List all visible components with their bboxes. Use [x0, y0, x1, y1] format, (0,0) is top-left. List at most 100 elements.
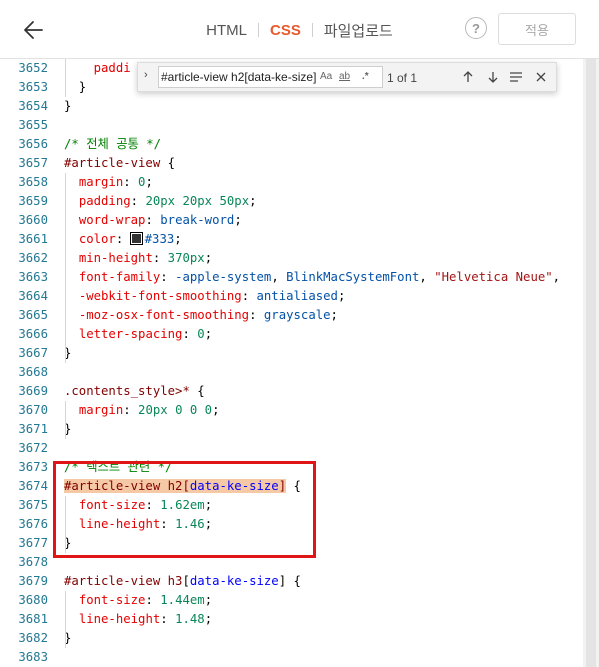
tab-file-upload[interactable]: 파일업로드 — [324, 20, 393, 41]
code-token: : — [249, 308, 264, 322]
code-token: font-size — [78, 498, 146, 512]
line-number: 3681 — [18, 612, 48, 626]
code-token: : — [130, 194, 146, 208]
line-number: 3679 — [18, 574, 48, 588]
code-line[interactable]: 3658 margin: 0; — [0, 173, 583, 192]
code-token: #article-view h2 — [64, 479, 183, 493]
code-line[interactable]: 3673 /* 텍스트 관련 */ — [0, 458, 583, 477]
code-token: paddi — [93, 61, 131, 75]
code-line[interactable]: 3671} — [0, 420, 583, 439]
code-line[interactable]: 3680 font-size: 1.44em; — [0, 591, 583, 610]
code-text: margin: 0; — [64, 173, 153, 192]
line-number: 3655 — [18, 118, 48, 132]
code-line[interactable]: 3677} — [0, 534, 583, 553]
code-line[interactable]: 3674 #article-view h2[data-ke-size] { — [0, 477, 583, 496]
code-editor[interactable]: 3652 paddi 3653 } 3654} 3655 3656/* 전체 공통 */… — [0, 59, 599, 667]
code-token: letter-spacing — [78, 327, 183, 341]
code-token: /* 텍스트 관련 */ — [64, 460, 173, 474]
code-line[interactable]: 3675 font-size: 1.62em; — [0, 496, 583, 515]
code-token: word-wrap — [78, 213, 146, 227]
tab-css[interactable]: CSS — [270, 22, 301, 39]
code-line[interactable]: 3660 word-wrap: break-word; — [0, 211, 583, 230]
code-token: -moz-osx-font-smoothing — [78, 308, 250, 322]
code-token: ; — [204, 498, 213, 512]
code-line[interactable]: 3681 line-height: 1.48; — [0, 610, 583, 629]
code-line[interactable]: 3655 — [0, 116, 583, 135]
code-line[interactable]: 3672 — [0, 439, 583, 458]
code-token: BlinkMacSystemFont — [286, 270, 420, 284]
line-number: 3676 — [18, 517, 48, 531]
whole-word-toggle[interactable]: ab — [339, 71, 350, 82]
line-number: 3668 — [18, 365, 48, 379]
code-line[interactable]: 3676 line-height: 1.46; — [0, 515, 583, 534]
line-number: 3652 — [18, 61, 48, 75]
lines-icon[interactable] — [508, 70, 524, 84]
tab-html[interactable]: HTML — [206, 22, 247, 39]
code-token: ; — [204, 327, 213, 341]
code-text: #article-view h3[data-ke-size] { — [64, 572, 301, 591]
apply-button[interactable]: 적용 — [498, 13, 576, 45]
line-number: 3665 — [18, 308, 48, 322]
code-line[interactable]: 3662 min-height: 370px; — [0, 249, 583, 268]
code-line[interactable]: 3663 font-family: -apple-system, BlinkMa… — [0, 268, 583, 287]
code-line[interactable]: 3657 #article-view { — [0, 154, 583, 173]
line-number: 3671 — [18, 422, 48, 436]
color-swatch[interactable] — [129, 232, 143, 245]
line-number: 3675 — [18, 498, 48, 512]
chevron-right-icon[interactable]: › — [144, 69, 148, 81]
code-line[interactable]: 3670 margin: 20px 0 0 0; — [0, 401, 583, 420]
code-token: 1.46 — [175, 517, 205, 531]
code-token: .contents_style>* — [64, 384, 190, 398]
tab-divider — [257, 23, 259, 37]
code-token: 1.48 — [175, 612, 205, 626]
match-case-toggle[interactable]: Aa — [320, 71, 332, 82]
code-line[interactable]: 3654} — [0, 97, 583, 116]
help-button[interactable]: ? — [465, 17, 487, 39]
code-line[interactable]: 3669 .contents_style>* { — [0, 382, 583, 401]
line-number: 3683 — [18, 650, 48, 664]
code-token: : — [145, 498, 161, 512]
line-number: 3672 — [18, 441, 48, 455]
code-line[interactable]: 3665 -moz-osx-font-smoothing: grayscale; — [0, 306, 583, 325]
code-line[interactable]: 3682} — [0, 629, 583, 648]
find-result-count: 1 of 1 — [387, 71, 418, 85]
code-token: ; — [212, 403, 220, 417]
code-token: ; — [234, 213, 242, 227]
code-text: /* 텍스트 관련 */ — [64, 458, 172, 477]
arrow-up-icon[interactable] — [460, 70, 476, 84]
code-line[interactable]: 3659 padding: 20px 20px 50px; — [0, 192, 583, 211]
arrow-down-icon[interactable] — [485, 70, 501, 84]
code-token: : — [123, 403, 139, 417]
code-line[interactable]: 3667} — [0, 344, 583, 363]
code-token: #article-view h3 — [64, 574, 183, 588]
code-token: ] — [278, 574, 287, 588]
code-text: word-wrap: break-word; — [64, 211, 242, 230]
code-token: { — [189, 384, 205, 398]
code-line[interactable]: 3668 — [0, 363, 583, 382]
line-number: 3657 — [18, 156, 48, 170]
code-line[interactable]: 3664 -webkit-font-smoothing: antialiased… — [0, 287, 583, 306]
code-token: 370px — [167, 251, 205, 265]
code-line[interactable]: 3661 color: #333; — [0, 230, 583, 249]
code-line[interactable]: 3679 #article-view h3[data-ke-size] { — [0, 572, 583, 591]
code-line[interactable]: 3666 letter-spacing: 0; — [0, 325, 583, 344]
code-token: antialiased — [256, 289, 338, 303]
code-line[interactable]: 3678 — [0, 553, 583, 572]
code-token: { — [286, 574, 301, 588]
code-token: : — [123, 175, 139, 189]
code-text: -moz-osx-font-smoothing: grayscale; — [64, 306, 338, 325]
code-text: .contents_style>* { — [64, 382, 205, 401]
close-icon[interactable] — [533, 70, 549, 84]
code-token: : — [115, 232, 131, 246]
code-line[interactable]: 3656 /* 전체 공통 */ — [0, 135, 583, 154]
code-line[interactable]: 3683 — [0, 648, 583, 667]
regex-toggle[interactable]: .* — [362, 71, 369, 82]
code-token: ; — [204, 593, 213, 607]
code-text: line-height: 1.48; — [64, 610, 212, 629]
code-token: margin — [78, 403, 124, 417]
code-token: data-ke-size — [189, 574, 279, 588]
